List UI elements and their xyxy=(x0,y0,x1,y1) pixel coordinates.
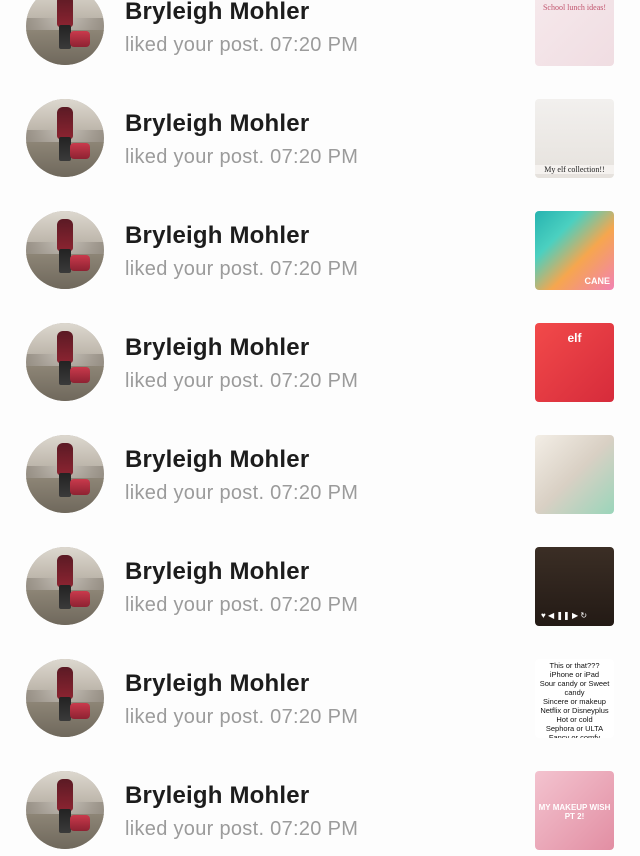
notification-row[interactable]: Bryleigh Mohler liked your post. 07:20 PM… xyxy=(0,321,640,433)
notification-row[interactable]: Bryleigh Mohler liked your post. 07:20 PM… xyxy=(0,97,640,209)
post-thumbnail[interactable]: School lunch ideas! xyxy=(535,0,614,66)
timestamp: 07:20 PM xyxy=(270,370,359,392)
action-text: liked your post. xyxy=(125,482,265,504)
action-text: liked your post. xyxy=(125,818,265,840)
user-name[interactable]: Bryleigh Mohler xyxy=(125,782,309,810)
post-thumbnail[interactable]: My elf collection!! xyxy=(535,99,614,178)
action-text: liked your post. xyxy=(125,34,265,56)
notification-row[interactable]: Bryleigh Mohler liked your post. 07:20 PM… xyxy=(0,209,640,321)
post-thumbnail[interactable]: ♥ ◀ ❚❚ ▶ ↻ xyxy=(535,547,614,626)
avatar[interactable] xyxy=(26,211,104,289)
notification-text: liked your post. 07:20 PM xyxy=(125,594,358,617)
user-name[interactable]: Bryleigh Mohler xyxy=(125,446,309,474)
user-name[interactable]: Bryleigh Mohler xyxy=(125,670,309,698)
post-thumbnail[interactable]: CANE xyxy=(535,211,614,290)
notification-text: liked your post. 07:20 PM xyxy=(125,34,358,57)
avatar[interactable] xyxy=(26,0,104,65)
thumbnail-caption: CANE xyxy=(584,276,610,286)
avatar[interactable] xyxy=(26,99,104,177)
notification-row[interactable]: Bryleigh Mohler liked your post. 07:20 PM… xyxy=(0,0,640,97)
action-text: liked your post. xyxy=(125,594,265,616)
avatar[interactable] xyxy=(26,659,104,737)
notification-row[interactable]: Bryleigh Mohler liked your post. 07:20 PM xyxy=(0,433,640,545)
notification-text: liked your post. 07:20 PM xyxy=(125,146,358,169)
thumbnail-caption: MY MAKEUP WISH PT 2! xyxy=(538,803,611,821)
post-thumbnail[interactable]: elf xyxy=(535,323,614,402)
timestamp: 07:20 PM xyxy=(270,818,359,840)
action-text: liked your post. xyxy=(125,706,265,728)
user-name[interactable]: Bryleigh Mohler xyxy=(125,334,309,362)
notification-text: liked your post. 07:20 PM xyxy=(125,482,358,505)
user-name[interactable]: Bryleigh Mohler xyxy=(125,222,309,250)
action-text: liked your post. xyxy=(125,146,265,168)
timestamp: 07:20 PM xyxy=(270,594,359,616)
user-name[interactable]: Bryleigh Mohler xyxy=(125,558,309,586)
avatar[interactable] xyxy=(26,771,104,849)
thumbnail-caption: elf xyxy=(567,331,582,345)
avatar[interactable] xyxy=(26,435,104,513)
notification-text: liked your post. 07:20 PM xyxy=(125,818,358,841)
timestamp: 07:20 PM xyxy=(270,258,359,280)
thumbnail-caption: School lunch ideas! xyxy=(542,3,607,12)
timestamp: 07:20 PM xyxy=(270,34,359,56)
post-thumbnail[interactable] xyxy=(535,435,614,514)
notification-text: liked your post. 07:20 PM xyxy=(125,370,358,393)
action-text: liked your post. xyxy=(125,370,265,392)
timestamp: 07:20 PM xyxy=(270,706,359,728)
thumbnail-caption: This or that??? iPhone or iPad Sour cand… xyxy=(539,661,610,738)
avatar[interactable] xyxy=(26,547,104,625)
notification-text: liked your post. 07:20 PM xyxy=(125,258,358,281)
notification-row[interactable]: Bryleigh Mohler liked your post. 07:20 PM… xyxy=(0,657,640,769)
timestamp: 07:20 PM xyxy=(270,146,359,168)
video-controls-icon: ♥ ◀ ❚❚ ▶ ↻ xyxy=(541,610,588,620)
notification-list: Bryleigh Mohler liked your post. 07:20 PM… xyxy=(0,0,640,856)
notification-text: liked your post. 07:20 PM xyxy=(125,706,358,729)
timestamp: 07:20 PM xyxy=(270,482,359,504)
notification-row[interactable]: Bryleigh Mohler liked your post. 07:20 PM… xyxy=(0,769,640,856)
thumbnail-caption: My elf collection!! xyxy=(535,165,614,174)
user-name[interactable]: Bryleigh Mohler xyxy=(125,110,309,138)
avatar[interactable] xyxy=(26,323,104,401)
user-name[interactable]: Bryleigh Mohler xyxy=(125,0,309,26)
notification-row[interactable]: Bryleigh Mohler liked your post. 07:20 PM… xyxy=(0,545,640,657)
post-thumbnail[interactable]: MY MAKEUP WISH PT 2! xyxy=(535,771,614,850)
action-text: liked your post. xyxy=(125,258,265,280)
post-thumbnail[interactable]: This or that??? iPhone or iPad Sour cand… xyxy=(535,659,614,738)
